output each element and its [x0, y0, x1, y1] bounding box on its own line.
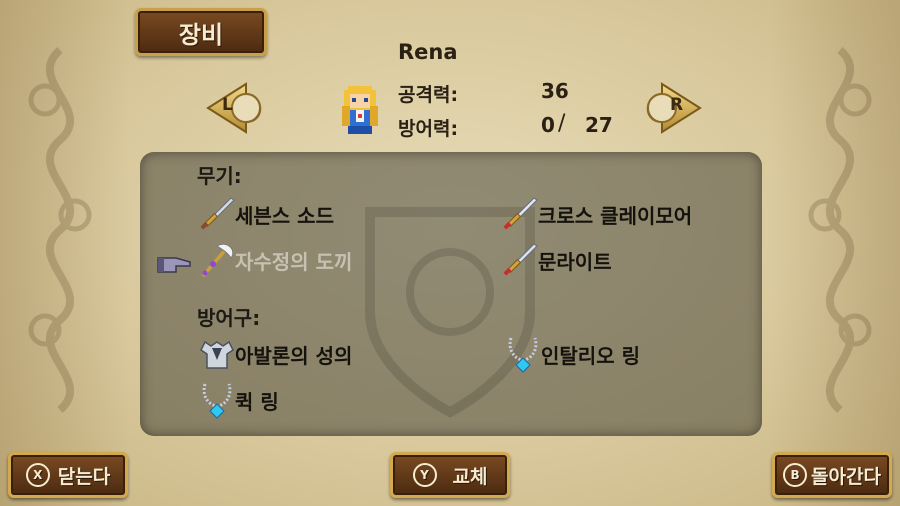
screen-title: 장비 — [178, 20, 224, 49]
x-key-icon: X — [25, 463, 50, 487]
swap-button-label: 교체 — [452, 465, 488, 488]
attack-label: 공격력: — [398, 84, 459, 106]
armor-section-title: 방어구: — [197, 306, 261, 330]
weapon-name: 자수정의 도끼 — [235, 249, 353, 274]
weapon-slot-1[interactable]: 세븐스 소드 — [197, 194, 334, 234]
left-arrow-icon — [206, 82, 262, 134]
y-key-icon: Y — [412, 463, 437, 487]
armor-slot-3[interactable]: 퀵 링 — [197, 380, 279, 420]
character-portrait — [342, 86, 378, 134]
pointing-hand-cursor-icon — [157, 257, 191, 273]
back-button[interactable]: B 돌아간다 — [772, 452, 892, 498]
sword-icon — [503, 197, 538, 230]
weapons-section-title: 무기: — [197, 164, 242, 188]
screen-title-tab: 장비 — [135, 8, 267, 56]
armor-name: 인탈리오 링 — [541, 343, 640, 368]
nav-left-label: L — [222, 95, 233, 115]
armor-name: 아발론의 성의 — [235, 343, 353, 368]
weapon-slot-4[interactable]: 문라이트 — [500, 240, 612, 280]
defense-max: 27 — [585, 113, 613, 137]
defense-current: 0 — [541, 113, 555, 137]
armor-slot-2[interactable]: 인탈리오 링 — [503, 334, 640, 374]
necklace-icon — [202, 383, 232, 419]
sword-icon — [200, 197, 235, 230]
nav-right-label: R — [670, 95, 684, 115]
weapon-name: 문라이트 — [538, 249, 612, 274]
weapon-slot-2[interactable]: 크로스 클레이모어 — [500, 194, 692, 234]
character-name: Rena — [398, 40, 458, 64]
scroll-ornament-left — [28, 46, 92, 414]
weapon-name: 크로스 클레이모어 — [538, 203, 693, 228]
weapon-name: 세븐스 소드 — [235, 203, 334, 228]
defense-separator: / — [558, 111, 566, 136]
defense-label: 방어력: — [398, 118, 459, 140]
b-key-icon: B — [783, 463, 808, 487]
prev-character-button[interactable]: L — [206, 80, 268, 136]
close-button-label: 닫는다 — [57, 465, 111, 488]
armor-slot-1[interactable]: 아발론의 성의 — [197, 334, 352, 374]
armor-name: 퀵 링 — [235, 389, 279, 414]
swap-button[interactable]: Y 교체 — [390, 452, 510, 498]
necklace-icon — [508, 337, 538, 373]
armor-icon — [200, 340, 234, 369]
scroll-ornament-right — [808, 46, 872, 414]
close-button[interactable]: X 닫는다 — [8, 452, 128, 498]
axe-icon — [201, 243, 234, 278]
attack-value: 36 — [541, 79, 569, 103]
back-button-label: 돌아간다 — [811, 465, 881, 488]
next-character-button[interactable]: R — [640, 80, 702, 136]
sword-icon — [503, 243, 538, 276]
weapon-slot-3[interactable]: 자수정의 도끼 — [197, 240, 352, 280]
